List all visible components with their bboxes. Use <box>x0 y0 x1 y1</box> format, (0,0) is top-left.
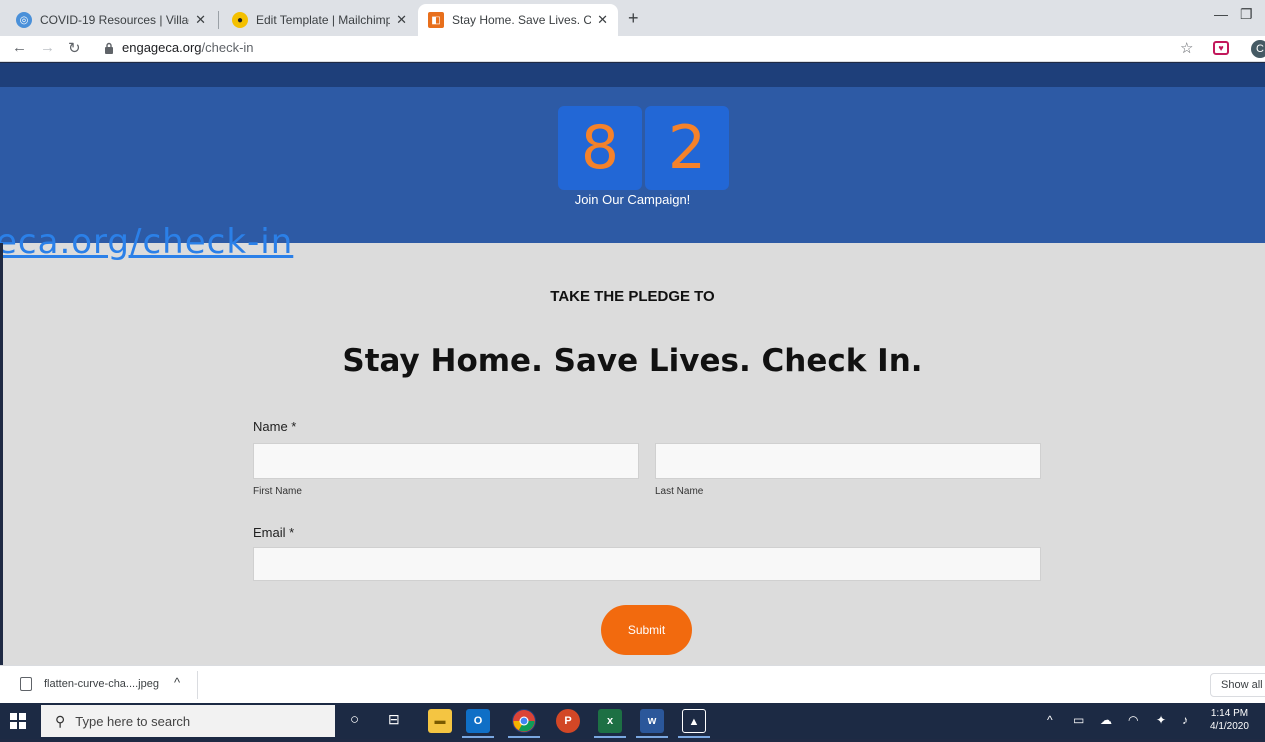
mailchimp-icon: ● <box>232 12 248 28</box>
running-indicator <box>594 736 626 738</box>
tab-title: Edit Template | Mailchimp <box>256 13 391 27</box>
tab-title: Stay Home. Save Lives. Check In. <box>452 13 592 27</box>
overlay-link[interactable]: eca.org/check-in <box>0 222 293 262</box>
left-edge-bar <box>0 243 3 665</box>
download-file-name[interactable]: flatten-curve-cha....jpeg <box>44 678 159 690</box>
close-tab-icon[interactable]: ✕ <box>597 12 608 28</box>
url-host: engageca.org <box>122 40 202 55</box>
download-divider <box>197 671 198 699</box>
chevron-up-icon[interactable]: ^ <box>174 675 180 690</box>
windows-start-icon[interactable] <box>10 713 26 729</box>
forward-arrow-icon[interactable]: → <box>40 39 55 56</box>
onedrive-icon[interactable]: ☁ <box>1100 713 1112 727</box>
last-name-field[interactable] <box>655 443 1041 479</box>
task-view-icon[interactable]: ⊟ <box>388 711 400 728</box>
clock-date: 4/1/2020 <box>1210 721 1249 732</box>
lock-icon <box>105 42 113 54</box>
excel-icon[interactable]: x <box>598 709 622 733</box>
email-field[interactable] <box>253 547 1041 581</box>
back-arrow-icon[interactable]: ← <box>12 39 27 56</box>
page-title: Stay Home. Save Lives. Check In. <box>342 343 923 379</box>
dropbox-icon[interactable]: ✦ <box>1156 713 1166 727</box>
first-name-field[interactable] <box>253 443 639 479</box>
tab-divider <box>218 11 219 29</box>
bookmark-star-icon[interactable]: ☆ <box>1180 39 1193 57</box>
close-tab-icon[interactable]: ✕ <box>195 12 206 28</box>
url-path: /check-in <box>201 40 254 55</box>
email-label: Email * <box>253 525 295 540</box>
chevron-up-icon[interactable]: ^ <box>1047 713 1053 727</box>
outlook-icon[interactable]: O <box>466 709 490 733</box>
word-icon[interactable]: w <box>640 709 664 733</box>
top-banner-strip <box>0 63 1265 87</box>
submit-button[interactable]: Submit <box>601 605 692 655</box>
show-all-button[interactable]: Show all <box>1210 673 1265 697</box>
name-label: Name * <box>253 419 297 434</box>
profile-avatar[interactable]: C <box>1251 40 1265 58</box>
tab-mailchimp[interactable]: ● Edit Template | Mailchimp ✕ <box>222 4 417 36</box>
download-bar: flatten-curve-cha....jpeg ^ Show all <box>0 665 1265 703</box>
address-bar[interactable]: engageca.org/check-in <box>122 40 254 55</box>
counter-caption: Join Our Campaign! <box>574 192 691 207</box>
last-name-sublabel: Last Name <box>655 486 704 497</box>
browser-toolbar: ← → ↻ engageca.org/check-in ☆ ♥ C <box>0 36 1265 62</box>
battery-icon[interactable]: ▭ <box>1073 713 1084 727</box>
image-file-icon <box>20 677 32 691</box>
new-tab-icon[interactable]: + <box>628 8 639 29</box>
site-favicon-icon: ◧ <box>428 12 444 28</box>
windows-taskbar: ⚲ Type here to search ○ ⊟ ▬ O P x w ▲ ^ … <box>0 703 1265 739</box>
file-explorer-icon[interactable]: ▬ <box>428 709 452 733</box>
first-name-sublabel: First Name <box>253 486 302 497</box>
search-icon: ⚲ <box>55 712 66 729</box>
running-indicator <box>636 736 668 738</box>
tab-covid-resources[interactable]: ◎ COVID-19 Resources | Village Mc ✕ <box>6 4 216 36</box>
tab-check-in[interactable]: ◧ Stay Home. Save Lives. Check In. ✕ <box>418 4 618 36</box>
volume-icon[interactable]: ♪ <box>1182 713 1188 727</box>
taskbar-clock[interactable]: 1:14 PM 4/1/2020 <box>1210 707 1249 733</box>
minimize-icon[interactable]: — <box>1214 6 1228 22</box>
extension-shield-icon[interactable]: ♥ <box>1213 41 1229 55</box>
maximize-icon[interactable]: ❐ <box>1240 6 1253 23</box>
tab-strip: ◎ COVID-19 Resources | Village Mc ✕ ● Ed… <box>0 0 1265 36</box>
clock-time: 1:14 PM <box>1210 708 1249 719</box>
cortana-icon[interactable]: ○ <box>350 711 359 728</box>
globe-icon: ◎ <box>16 12 32 28</box>
tab-title: COVID-19 Resources | Village Mc <box>40 13 189 27</box>
chrome-icon[interactable] <box>512 709 536 733</box>
running-indicator <box>678 736 710 738</box>
running-indicator <box>462 736 494 738</box>
wifi-icon[interactable]: ◠ <box>1128 713 1138 727</box>
counter-digit: 8 <box>558 106 642 190</box>
taskbar-search-input[interactable]: ⚲ Type here to search <box>41 705 335 737</box>
reload-icon[interactable]: ↻ <box>68 39 81 57</box>
powerpoint-icon[interactable]: P <box>556 709 580 733</box>
close-tab-icon[interactable]: ✕ <box>396 12 407 28</box>
pledge-kicker: TAKE THE PLEDGE TO <box>550 288 715 305</box>
photos-icon[interactable]: ▲ <box>682 709 706 733</box>
search-placeholder: Type here to search <box>75 713 191 729</box>
counter-digit: 2 <box>645 106 729 190</box>
running-indicator <box>508 736 540 738</box>
hero-banner: 8 2 Join Our Campaign! eca.org/check-in <box>0 87 1265 262</box>
web-page: 8 2 Join Our Campaign! eca.org/check-in … <box>0 63 1265 665</box>
